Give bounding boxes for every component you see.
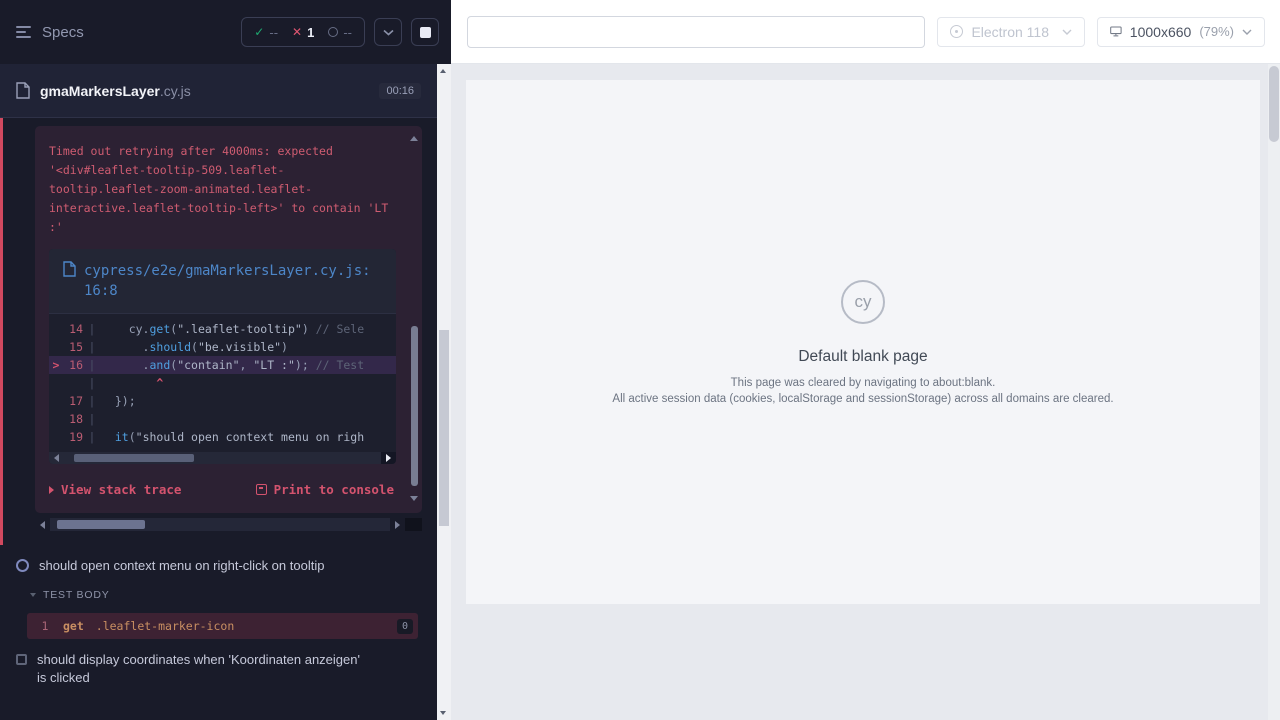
url-input[interactable] — [467, 16, 925, 48]
browser-selector[interactable]: Electron 118 — [937, 17, 1085, 47]
test-title: should open context menu on right-click … — [39, 557, 324, 575]
scroll-right-icon[interactable] — [381, 452, 396, 464]
scrollbar-corner — [405, 518, 422, 531]
blank-page-description: This page was cleared by navigating to a… — [612, 375, 1113, 407]
scrollbar-thumb[interactable] — [439, 330, 449, 526]
chevron-right-icon — [49, 486, 54, 494]
viewport-size: 1000x660 — [1130, 24, 1192, 40]
chevron-down-icon — [30, 593, 36, 597]
scroll-right-icon[interactable] — [390, 518, 405, 531]
specs-list-icon[interactable] — [16, 26, 32, 38]
viewport-scale: (79%) — [1199, 24, 1234, 39]
specs-label[interactable]: Specs — [42, 24, 84, 41]
circle-icon — [328, 27, 338, 37]
failed-test-attempt: Timed out retrying after 4000ms: expecte… — [0, 118, 437, 545]
stop-icon — [420, 27, 431, 38]
scrollbar-thumb[interactable] — [57, 520, 145, 529]
scroll-up-icon[interactable] — [410, 136, 418, 141]
error-message: Timed out retrying after 4000ms: expecte… — [49, 142, 406, 237]
reporter-scrollbar[interactable] — [437, 64, 451, 720]
cypress-logo: cy — [841, 280, 885, 324]
cross-icon: ✕ — [292, 25, 302, 39]
description-line-1: This page was cleared by navigating to a… — [612, 375, 1113, 391]
code-frame-file-link[interactable]: cypress/e2e/gmaMarkersLayer.cy.js:16:8 — [84, 261, 372, 301]
command-name: get — [63, 619, 84, 633]
file-icon — [16, 82, 30, 99]
scroll-left-icon[interactable] — [49, 452, 64, 464]
description-line-2: All active session data (cookies, localS… — [612, 391, 1113, 407]
stat-failed: ✕ 1 — [292, 25, 314, 40]
error-horizontal-scrollbar[interactable] — [35, 518, 422, 531]
code-frame-header: cypress/e2e/gmaMarkersLayer.cy.js:16:8 — [49, 249, 396, 314]
code-horizontal-scrollbar[interactable] — [49, 452, 396, 464]
reporter-header: Specs ✓ -- ✕ 1 -- — [0, 0, 451, 64]
blank-page-content: cy Default blank page This page was clea… — [466, 80, 1260, 407]
viewport-icon — [1110, 24, 1122, 39]
passed-count: -- — [269, 25, 278, 40]
test-body-label: TEST BODY — [43, 589, 110, 601]
error-panel: Timed out retrying after 4000ms: expecte… — [35, 126, 422, 513]
spec-duration: 00:16 — [379, 83, 421, 99]
file-icon — [63, 261, 76, 277]
code-frame: cypress/e2e/gmaMarkersLayer.cy.js:16:8 1… — [49, 249, 396, 464]
command-badge: 0 — [397, 619, 413, 634]
test-item-pending[interactable]: should display coordinates when 'Koordin… — [0, 639, 437, 689]
code-lines: 14| cy.get(".leaflet-tooltip") // Sele15… — [49, 314, 396, 452]
scrollbar-thumb[interactable] — [74, 454, 194, 462]
test-body-toggle[interactable]: TEST BODY — [0, 577, 437, 605]
command-number: 1 — [27, 619, 63, 633]
scroll-down-icon[interactable] — [440, 711, 446, 715]
stop-button[interactable] — [411, 18, 439, 46]
reporter-content: gmaMarkersLayer.cy.js 00:16 Timed out re… — [0, 64, 437, 689]
collapse-all-button[interactable] — [374, 18, 402, 46]
error-vertical-scrollbar[interactable] — [410, 136, 419, 501]
print-to-console-button[interactable]: Print to console — [256, 482, 394, 497]
browser-label: Electron 118 — [971, 24, 1049, 40]
scrollbar-thumb[interactable] — [1269, 66, 1279, 142]
spinner-icon — [16, 559, 29, 572]
test-stats: ✓ -- ✕ 1 -- — [241, 17, 365, 47]
url-toolbar: Electron 118 1000x660 (79%) — [451, 0, 1280, 64]
page-scrollbar[interactable] — [1268, 64, 1280, 720]
spec-extension: .cy.js — [160, 83, 191, 99]
spec-header[interactable]: gmaMarkersLayer.cy.js 00:16 — [0, 64, 437, 118]
viewport-selector[interactable]: 1000x660 (79%) — [1097, 17, 1265, 47]
spec-name: gmaMarkersLayer.cy.js — [40, 83, 191, 99]
test-item-running[interactable]: should open context menu on right-click … — [0, 545, 437, 577]
scroll-left-icon[interactable] — [35, 518, 50, 531]
console-icon — [256, 484, 267, 495]
failed-count: 1 — [307, 25, 314, 40]
stat-pending: -- — [328, 25, 352, 40]
aut-container: cy Default blank page This page was clea… — [451, 64, 1268, 720]
scrollbar-thumb[interactable] — [411, 326, 418, 487]
electron-icon — [950, 25, 963, 38]
scroll-up-icon[interactable] — [440, 69, 446, 73]
command-message: .leaflet-marker-icon — [96, 619, 397, 633]
pending-icon — [16, 654, 27, 665]
chevron-down-icon — [1062, 29, 1072, 35]
stat-passed: ✓ -- — [254, 25, 278, 40]
test-title: should display coordinates when 'Koordin… — [37, 651, 367, 687]
blank-page-title: Default blank page — [798, 348, 927, 366]
scroll-down-icon[interactable] — [410, 496, 418, 501]
reporter-panel: Specs ✓ -- ✕ 1 -- gmaMarkersLayer. — [0, 0, 451, 720]
error-actions: View stack trace Print to console — [49, 482, 406, 497]
chevron-down-icon — [1242, 29, 1252, 35]
command-log-row[interactable]: 1 get .leaflet-marker-icon 0 — [27, 613, 418, 639]
check-icon: ✓ — [254, 25, 264, 39]
aut-iframe: cy Default blank page This page was clea… — [466, 80, 1260, 604]
pending-count: -- — [343, 25, 352, 40]
view-stack-trace-link[interactable]: View stack trace — [49, 482, 181, 497]
